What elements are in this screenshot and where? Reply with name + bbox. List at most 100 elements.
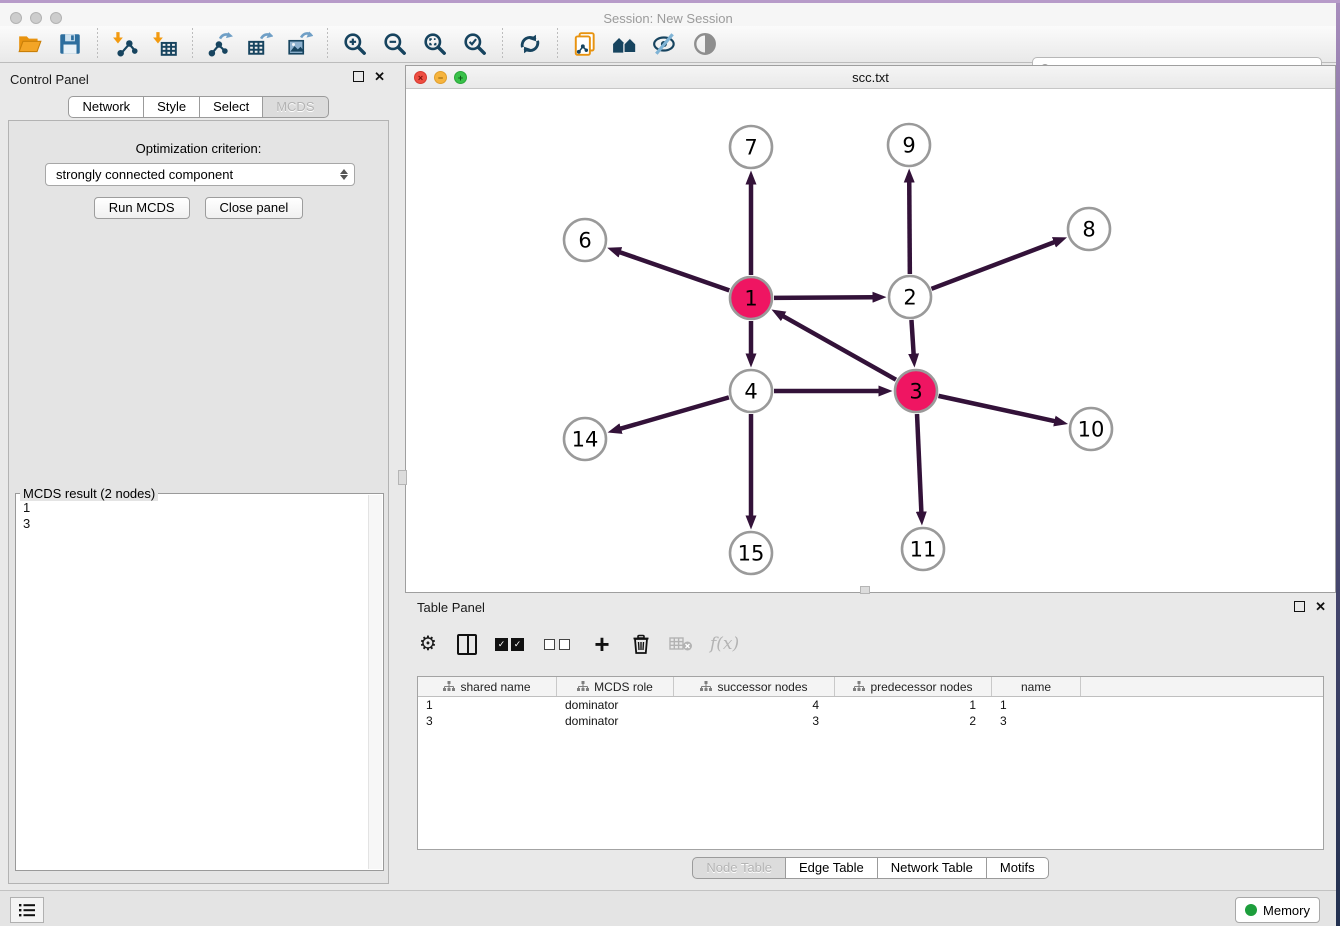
- graph-node-6[interactable]: 6: [564, 219, 606, 261]
- graph-edge-3-10[interactable]: [938, 396, 1054, 421]
- table-cell[interactable]: dominator: [557, 714, 674, 728]
- export-table-icon[interactable]: [245, 29, 275, 59]
- control-panel-tabs: NetworkStyleSelectMCDS: [0, 96, 397, 118]
- import-network-icon[interactable]: [110, 29, 140, 59]
- table-panel-window-buttons: ✕: [1294, 601, 1326, 612]
- column-header-name[interactable]: name: [992, 677, 1081, 696]
- select-all-checkboxes-icon[interactable]: ✓✓: [495, 631, 527, 657]
- graph-node-3[interactable]: 3: [895, 370, 937, 412]
- zoom-fit-icon[interactable]: [420, 29, 450, 59]
- graph-node-14[interactable]: 14: [564, 418, 606, 460]
- apply-layout-icon[interactable]: [515, 29, 545, 59]
- graph-edge-3-1[interactable]: [783, 316, 896, 380]
- network-canvas[interactable]: 7 9 6 8 1 2 4 3 14 10 15 11: [406, 89, 1335, 592]
- graph-edge-2-9[interactable]: [909, 182, 910, 274]
- control-panel-window-buttons: ✕: [353, 71, 385, 82]
- table-row[interactable]: 1dominator411: [418, 697, 1323, 713]
- table-row[interactable]: 3dominator323: [418, 713, 1323, 729]
- main-toolbar: [0, 26, 1336, 63]
- result-scrollbar[interactable]: [368, 495, 382, 869]
- open-session-icon[interactable]: [15, 29, 45, 59]
- function-builder-icon: f(x): [710, 631, 739, 657]
- graph-node-10[interactable]: 10: [1070, 408, 1112, 450]
- control-panel: Control Panel ✕ NetworkStyleSelectMCDS O…: [0, 63, 397, 890]
- svg-text:4: 4: [744, 380, 757, 404]
- graph-node-9[interactable]: 9: [888, 124, 930, 166]
- task-history-button[interactable]: [10, 897, 44, 923]
- toolbar-separator: [557, 28, 558, 60]
- import-table-icon[interactable]: [150, 29, 180, 59]
- float-panel-icon[interactable]: [1294, 601, 1305, 612]
- column-header-MCDS-role[interactable]: MCDS role: [557, 677, 674, 696]
- tab-network-table[interactable]: Network Table: [878, 857, 987, 879]
- graph-edge-1-6[interactable]: [620, 252, 729, 290]
- column-header-label: MCDS role: [594, 680, 653, 694]
- zoom-selected-icon[interactable]: [460, 29, 490, 59]
- column-visibility-icon[interactable]: [456, 631, 478, 657]
- tab-edge-table[interactable]: Edge Table: [786, 857, 878, 879]
- splitter-handle[interactable]: [398, 470, 407, 485]
- add-column-icon[interactable]: +: [591, 631, 613, 657]
- tab-motifs[interactable]: Motifs: [987, 857, 1049, 879]
- table-panel-title: Table Panel: [417, 600, 485, 615]
- tab-node-table[interactable]: Node Table: [692, 857, 786, 879]
- graph-node-8[interactable]: 8: [1068, 208, 1110, 250]
- column-header-successor-nodes[interactable]: successor nodes: [674, 677, 835, 696]
- splitter-handle[interactable]: [860, 586, 870, 594]
- hide-graphics-details-icon[interactable]: [650, 29, 680, 59]
- table-header-row: shared name MCDS role successor nodesprede…: [418, 677, 1323, 697]
- delete-column-icon[interactable]: [630, 631, 652, 657]
- float-panel-icon[interactable]: [353, 71, 364, 82]
- app-titlebar: Session: New Session: [0, 3, 1336, 26]
- column-header-shared-name[interactable]: shared name: [418, 677, 557, 696]
- table-cell[interactable]: 1: [418, 698, 557, 712]
- close-panel-button[interactable]: Close panel: [205, 197, 304, 219]
- tab-select[interactable]: Select: [200, 96, 263, 118]
- app-title: Session: New Session: [0, 11, 1336, 26]
- graph-node-2[interactable]: 2: [889, 276, 931, 318]
- table-cell[interactable]: 1: [835, 698, 992, 712]
- run-mcds-button[interactable]: Run MCDS: [94, 197, 190, 219]
- graph-node-11[interactable]: 11: [902, 528, 944, 570]
- tab-mcds[interactable]: MCDS: [263, 96, 328, 118]
- graph-node-4[interactable]: 4: [730, 370, 772, 412]
- svg-text:8: 8: [1082, 218, 1095, 242]
- graph-edge-2-8[interactable]: [932, 242, 1055, 289]
- zoom-out-icon[interactable]: [380, 29, 410, 59]
- tab-network[interactable]: Network: [68, 96, 144, 118]
- save-session-icon[interactable]: [55, 29, 85, 59]
- graph-edge-4-14[interactable]: [621, 397, 729, 428]
- copy-document-icon[interactable]: [570, 29, 600, 59]
- mcds-result-line: 1: [23, 500, 30, 516]
- graph-edge-2-3[interactable]: [911, 320, 913, 354]
- memory-button[interactable]: Memory: [1235, 897, 1320, 923]
- zoom-in-icon[interactable]: [340, 29, 370, 59]
- graph-node-7[interactable]: 7: [730, 126, 772, 168]
- close-panel-icon[interactable]: ✕: [1315, 602, 1326, 612]
- table-cell[interactable]: 4: [674, 698, 835, 712]
- criterion-select[interactable]: strongly connected component: [45, 163, 355, 186]
- table-cell[interactable]: 3: [418, 714, 557, 728]
- control-panel-title: Control Panel: [10, 72, 89, 87]
- column-header-predecessor-nodes[interactable]: predecessor nodes: [835, 677, 992, 696]
- table-cell[interactable]: 3: [674, 714, 835, 728]
- graph-node-15[interactable]: 15: [730, 532, 772, 574]
- graph-edge-1-2[interactable]: [774, 297, 873, 298]
- table-cell[interactable]: 1: [992, 698, 1081, 712]
- memory-label: Memory: [1263, 903, 1310, 918]
- table-settings-gear-icon[interactable]: ⚙: [417, 631, 439, 657]
- tab-style[interactable]: Style: [144, 96, 200, 118]
- home-network-icon[interactable]: [610, 29, 640, 59]
- graph-node-1[interactable]: 1: [730, 277, 772, 319]
- export-network-icon[interactable]: [205, 29, 235, 59]
- table-cell[interactable]: 2: [835, 714, 992, 728]
- show-graphics-details-icon[interactable]: [690, 29, 720, 59]
- close-panel-icon[interactable]: ✕: [374, 72, 385, 82]
- table-cell[interactable]: 3: [992, 714, 1081, 728]
- deselect-all-checkboxes-icon[interactable]: [544, 631, 574, 657]
- table-cell[interactable]: dominator: [557, 698, 674, 712]
- export-image-icon[interactable]: [285, 29, 315, 59]
- toolbar-separator: [502, 28, 503, 60]
- graph-edge-3-11[interactable]: [917, 414, 921, 512]
- svg-text:11: 11: [910, 538, 937, 562]
